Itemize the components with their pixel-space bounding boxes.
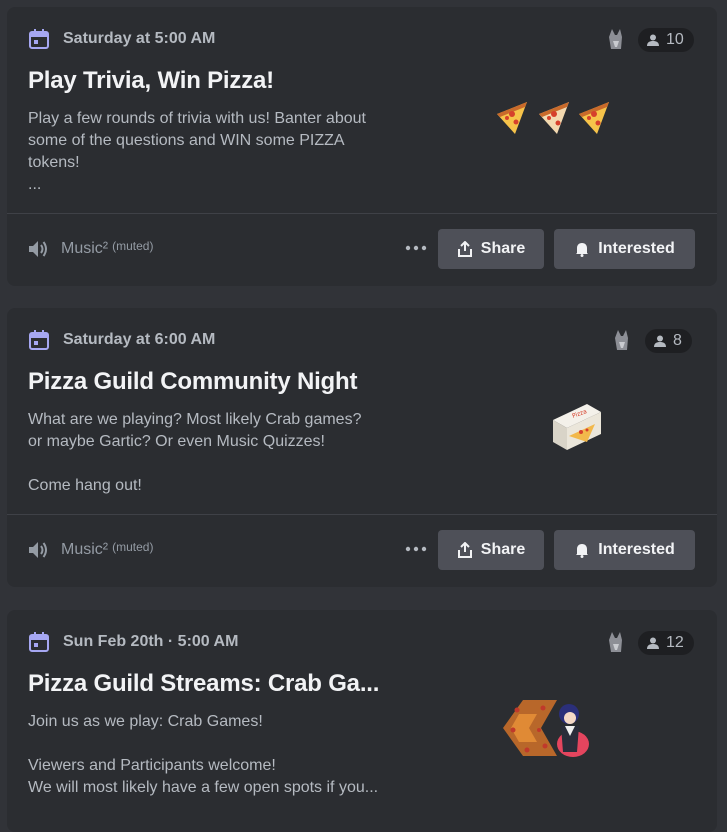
event-description: Join us as we play: Crab Games! Viewers … — [28, 713, 379, 796]
person-icon — [654, 335, 666, 347]
event-channel[interactable]: Music² (muted) — [27, 540, 153, 560]
event-date: Saturday at 5:00 AM — [29, 29, 215, 49]
speaker-icon — [29, 241, 47, 257]
attendee-count-text: 8 — [673, 332, 682, 349]
speaker-icon — [29, 542, 47, 558]
share-label: Share — [480, 240, 526, 257]
share-button[interactable]: Share — [438, 229, 544, 269]
interested-label: Interested — [598, 541, 675, 558]
event-description: Play a few rounds of trivia with us! Ban… — [28, 110, 366, 193]
event-title[interactable]: Play Trivia, Win Pizza! — [28, 67, 274, 95]
channel-status: (muted) — [112, 239, 154, 253]
person-icon — [647, 637, 659, 649]
calendar-icon — [29, 632, 49, 652]
event-card[interactable]: Sun Feb 20th · 5:00 AM 12 Pizza Guild St… — [7, 610, 717, 832]
attendee-count-text: 10 — [666, 31, 684, 48]
bell-icon — [576, 243, 589, 257]
event-card[interactable]: Saturday at 5:00 AM 10 Play Trivia, Win … — [7, 7, 717, 286]
channel-name: Music² — [61, 240, 109, 257]
share-icon — [457, 241, 472, 257]
bell-icon — [576, 544, 589, 558]
host-avatar[interactable] — [604, 27, 628, 51]
pizza-slices-image — [497, 102, 609, 134]
interested-button[interactable]: Interested — [554, 530, 695, 570]
share-label: Share — [480, 541, 526, 558]
event-description: What are we playing? Most likely Crab ga… — [28, 411, 362, 494]
more-options-icon[interactable] — [405, 244, 427, 252]
event-title[interactable]: Pizza Guild Community Night — [28, 368, 357, 396]
calendar-icon — [29, 29, 49, 49]
event-channel[interactable]: Music² (muted) — [27, 239, 153, 259]
crab-games-image — [503, 700, 589, 757]
event-date-text: Saturday at 6:00 AM — [63, 331, 216, 348]
pizza-box-image: Pizza — [553, 404, 601, 450]
event-date: Sun Feb 20th · 5:00 AM — [29, 632, 238, 652]
event-card[interactable]: Saturday at 6:00 AM 8 Pizza Guild Commun… — [7, 308, 717, 587]
attendee-count[interactable]: 12 — [638, 631, 694, 655]
event-date-text: Saturday at 5:00 AM — [63, 30, 216, 47]
channel-status: (muted) — [112, 540, 154, 554]
event-date: Saturday at 6:00 AM — [29, 330, 215, 350]
more-options-icon[interactable] — [405, 545, 427, 553]
host-avatar[interactable] — [604, 630, 628, 654]
host-avatar[interactable] — [610, 328, 634, 352]
share-icon — [457, 542, 472, 558]
event-title[interactable]: Pizza Guild Streams: Crab Ga... — [28, 670, 379, 698]
attendee-count-text: 12 — [666, 634, 684, 651]
calendar-icon — [29, 330, 49, 350]
person-icon — [647, 34, 659, 46]
attendee-count[interactable]: 10 — [638, 28, 694, 52]
interested-label: Interested — [598, 240, 675, 257]
interested-button[interactable]: Interested — [554, 229, 695, 269]
event-date-text: Sun Feb 20th · 5:00 AM — [63, 633, 239, 650]
attendee-count[interactable]: 8 — [645, 329, 692, 353]
share-button[interactable]: Share — [438, 530, 544, 570]
channel-name: Music² — [61, 541, 109, 558]
